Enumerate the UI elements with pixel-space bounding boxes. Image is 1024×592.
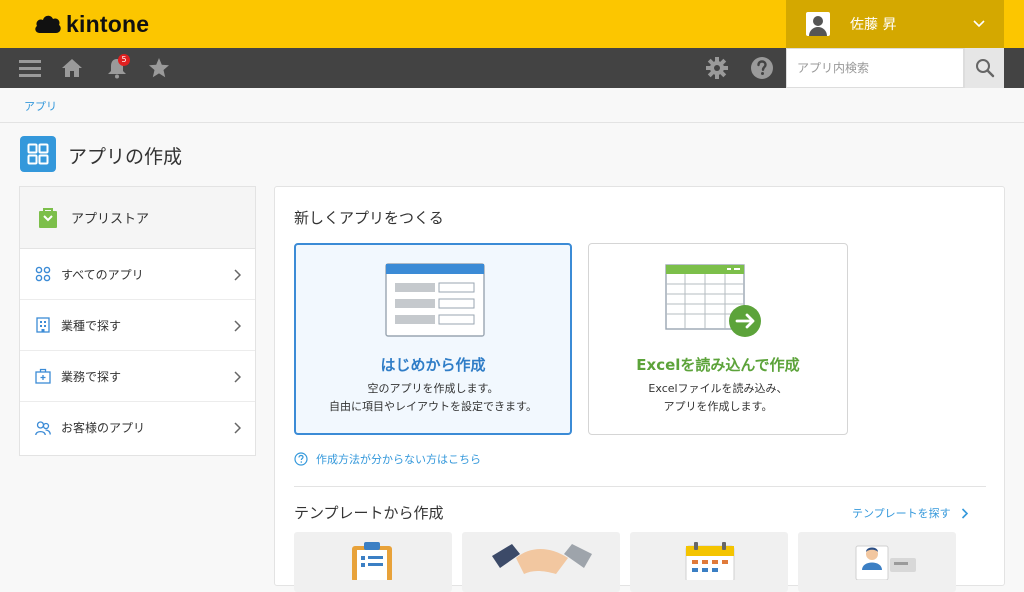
cloud-logo-icon bbox=[35, 15, 61, 33]
browse-templates-link[interactable]: テンプレートを探す bbox=[852, 505, 968, 521]
card-desc-line: 空のアプリを作成します。 bbox=[367, 382, 499, 395]
app-grid-icon bbox=[20, 136, 56, 172]
sidebar: アプリストア すべてのアプリ 業種で探す 業務で探す お客様のアプリ bbox=[19, 186, 256, 456]
create-from-excel-card[interactable]: Excelを読み込んで作成 Excelファイルを読み込み、 アプリを作成します。 bbox=[588, 243, 848, 435]
chevron-right-icon bbox=[234, 320, 241, 332]
clipboard-icon bbox=[352, 542, 392, 580]
chevron-right-icon bbox=[234, 422, 241, 434]
search-icon bbox=[975, 59, 994, 78]
template-card[interactable] bbox=[630, 532, 788, 592]
briefcase-icon bbox=[35, 368, 51, 384]
menu-icon[interactable] bbox=[18, 56, 42, 80]
template-card[interactable] bbox=[798, 532, 956, 592]
home-icon[interactable] bbox=[60, 56, 84, 80]
grid-icon bbox=[35, 266, 51, 282]
sidebar-item-label: お客様のアプリ bbox=[61, 421, 146, 435]
settings-gear-icon[interactable] bbox=[705, 56, 729, 80]
template-card[interactable] bbox=[462, 532, 620, 592]
card-title: Excelを読み込んで作成 bbox=[636, 356, 800, 374]
question-circle-icon bbox=[294, 452, 308, 466]
app-search-input[interactable] bbox=[786, 48, 964, 88]
sidebar-item-by-industry[interactable]: 業種で探す bbox=[20, 300, 255, 351]
id-card-icon bbox=[855, 545, 916, 580]
help-link-label: 作成方法が分からない方はこちら bbox=[316, 453, 481, 466]
notification-bell-icon[interactable]: 5 bbox=[105, 54, 130, 80]
card-title: はじめから作成 bbox=[380, 356, 486, 374]
card-desc-line: アプリを作成します。 bbox=[663, 400, 773, 413]
breadcrumb[interactable]: アプリ bbox=[24, 98, 57, 114]
spreadsheet-import-icon bbox=[665, 264, 761, 337]
chevron-right-icon bbox=[234, 371, 241, 383]
browse-templates-label: テンプレートを探す bbox=[852, 507, 951, 520]
create-app-panel: 新しくアプリをつくる はじめから作成 空のアプリを作成します。 自由に項目やレイ… bbox=[274, 186, 1005, 592]
chevron-right-icon bbox=[234, 269, 241, 281]
sidebar-item-all-apps[interactable]: すべてのアプリ bbox=[20, 249, 255, 300]
sidebar-item-label: アプリストア bbox=[71, 212, 150, 227]
create-from-scratch-card[interactable]: はじめから作成 空のアプリを作成します。 自由に項目やレイアウトを設定できます。 bbox=[294, 243, 572, 435]
avatar-icon bbox=[806, 12, 830, 36]
sidebar-item-app-store[interactable]: アプリストア bbox=[20, 187, 255, 249]
page-title: アプリの作成 bbox=[68, 146, 183, 168]
brand-name: kintone bbox=[66, 10, 150, 37]
calendar-icon bbox=[685, 542, 735, 580]
users-icon bbox=[35, 420, 51, 436]
chevron-right-icon bbox=[961, 507, 968, 519]
template-section-title: テンプレートから作成 bbox=[294, 504, 444, 522]
sidebar-item-label: 業務で探す bbox=[61, 369, 122, 384]
blank-form-icon bbox=[385, 263, 485, 337]
template-card[interactable] bbox=[294, 532, 452, 592]
sidebar-item-label: すべてのアプリ bbox=[61, 267, 144, 282]
card-desc-line: 自由に項目やレイアウトを設定できます。 bbox=[329, 400, 537, 413]
shopping-bag-icon bbox=[39, 207, 57, 228]
card-description: Excelファイルを読み込み、 アプリを作成します。 bbox=[589, 380, 847, 416]
user-name: 佐藤 昇 bbox=[850, 17, 897, 33]
user-menu[interactable]: 佐藤 昇 bbox=[786, 0, 1004, 48]
favorites-star-icon[interactable] bbox=[147, 56, 171, 80]
card-description: 空のアプリを作成します。 自由に項目やレイアウトを設定できます。 bbox=[296, 380, 570, 416]
help-question-icon[interactable] bbox=[750, 56, 774, 80]
building-icon bbox=[35, 317, 51, 333]
sidebar-item-label: 業種で探す bbox=[61, 318, 122, 333]
notification-badge: 5 bbox=[118, 54, 130, 66]
kintone-logo[interactable]: kintone bbox=[34, 11, 149, 37]
create-section-title: 新しくアプリをつくる bbox=[294, 209, 444, 227]
how-to-create-help-link[interactable]: 作成方法が分からない方はこちら bbox=[294, 451, 481, 467]
header-divider bbox=[0, 122, 1024, 123]
section-divider bbox=[294, 486, 986, 487]
chevron-down-icon bbox=[973, 20, 985, 28]
card-desc-line: Excelファイルを読み込み、 bbox=[648, 382, 788, 395]
sidebar-item-by-task[interactable]: 業務で探す bbox=[20, 351, 255, 402]
sidebar-item-customer-apps[interactable]: お客様のアプリ bbox=[20, 402, 255, 453]
top-header: kintone 佐藤 昇 bbox=[0, 0, 1024, 48]
search-button[interactable] bbox=[964, 48, 1004, 88]
handshake-icon bbox=[492, 544, 592, 574]
